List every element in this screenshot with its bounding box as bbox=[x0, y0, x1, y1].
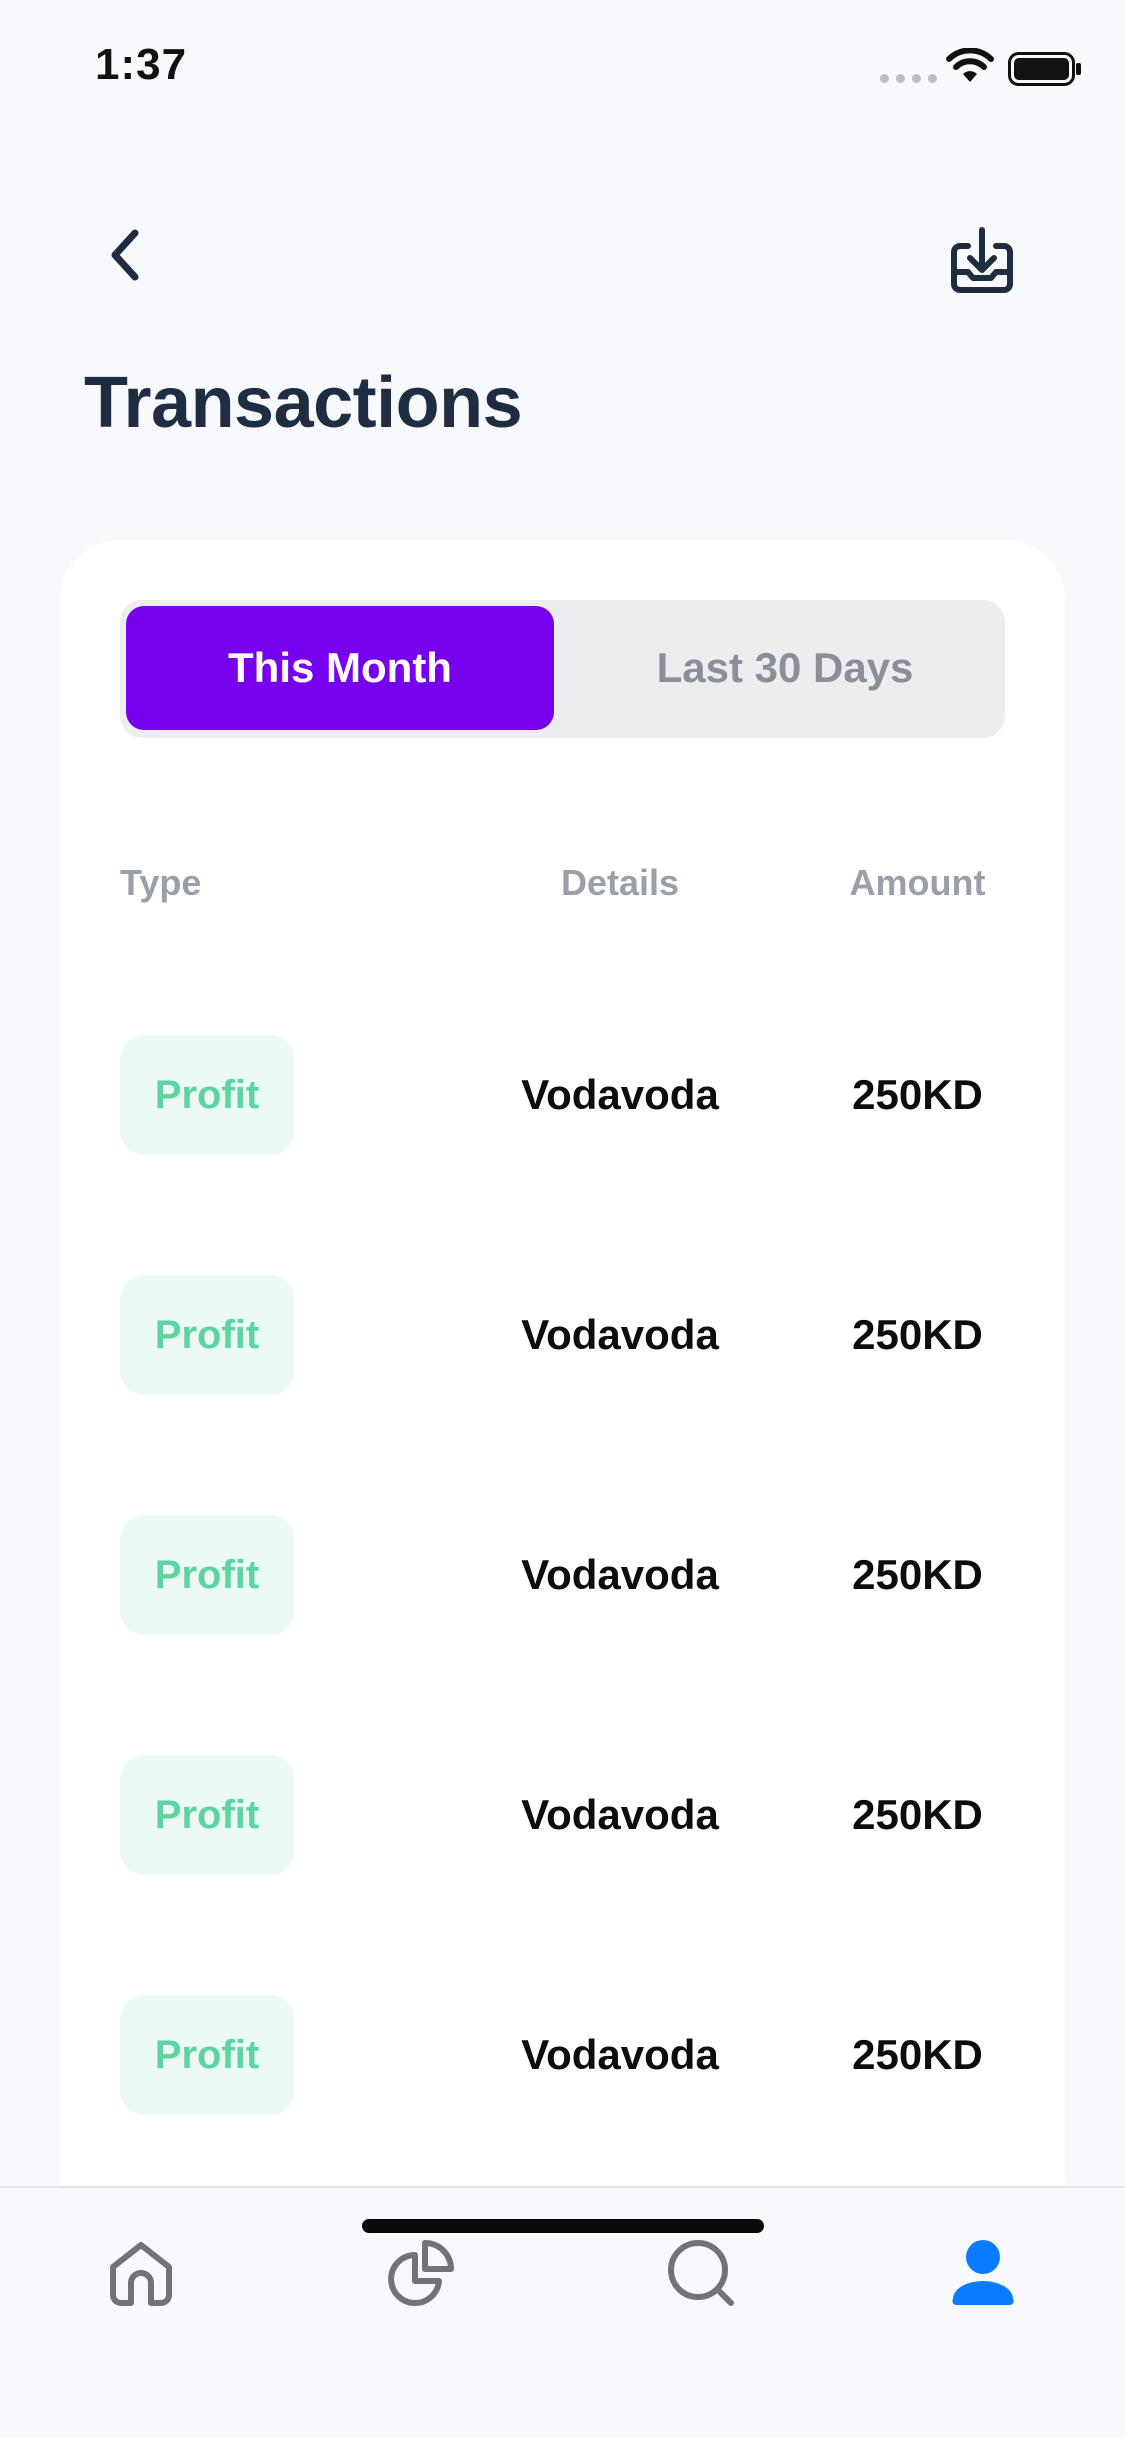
type-badge: Profit bbox=[120, 1275, 294, 1395]
tab-stats[interactable] bbox=[376, 2228, 466, 2318]
transaction-amount: 250KD bbox=[852, 1311, 983, 1358]
segment-this-month[interactable]: This Month bbox=[126, 606, 554, 730]
transaction-details: Vodavoda bbox=[521, 1551, 719, 1598]
column-header-amount: Amount bbox=[849, 862, 986, 903]
download-tray-icon bbox=[951, 227, 1013, 293]
transaction-amount: 250KD bbox=[852, 2031, 983, 2078]
transaction-row[interactable]: Profit Vodavoda 250KD bbox=[60, 1035, 1065, 1155]
transactions-card: This Month Last 30 Days Type Details Amo… bbox=[60, 540, 1065, 2240]
type-badge: Profit bbox=[120, 1515, 294, 1635]
transaction-details: Vodavoda bbox=[521, 1071, 719, 1118]
period-segmented-control: This Month Last 30 Days bbox=[120, 600, 1005, 738]
tab-search[interactable] bbox=[656, 2228, 746, 2318]
type-badge: Profit bbox=[120, 1755, 294, 1875]
status-bar: 1:37 bbox=[0, 0, 1125, 140]
transaction-details: Vodavoda bbox=[521, 1311, 719, 1358]
home-icon bbox=[110, 2242, 172, 2306]
search-icon bbox=[668, 2240, 734, 2306]
transaction-details: Vodavoda bbox=[521, 2031, 719, 2078]
tab-home[interactable] bbox=[96, 2228, 186, 2318]
back-button[interactable] bbox=[90, 220, 160, 290]
transaction-details: Vodavoda bbox=[521, 1791, 719, 1838]
transaction-amount: 250KD bbox=[852, 1071, 983, 1118]
status-time: 1:37 bbox=[95, 40, 188, 89]
transaction-amount: 250KD bbox=[852, 1791, 983, 1838]
transaction-row[interactable]: Profit Vodavoda 250KD bbox=[60, 1995, 1065, 2115]
wifi-icon bbox=[946, 48, 994, 82]
transaction-row[interactable]: Profit Vodavoda 250KD bbox=[60, 1275, 1065, 1395]
home-indicator bbox=[362, 2219, 764, 2233]
battery-icon bbox=[1008, 52, 1081, 86]
page-title: Transactions bbox=[84, 363, 523, 443]
tab-profile[interactable] bbox=[938, 2228, 1028, 2318]
pie-chart-icon bbox=[388, 2240, 454, 2306]
cellular-signal-icon bbox=[880, 74, 937, 83]
segment-last-30-days[interactable]: Last 30 Days bbox=[571, 606, 999, 730]
column-header-type: Type bbox=[120, 862, 202, 903]
type-badge: Profit bbox=[120, 1035, 294, 1155]
profile-icon bbox=[952, 2240, 1014, 2306]
type-badge: Profit bbox=[120, 1995, 294, 2115]
chevron-left-icon bbox=[111, 229, 139, 281]
column-header-details: Details bbox=[560, 862, 680, 903]
transaction-amount: 250KD bbox=[852, 1551, 983, 1598]
download-button[interactable] bbox=[940, 218, 1024, 302]
transaction-row[interactable]: Profit Vodavoda 250KD bbox=[60, 1515, 1065, 1635]
transaction-row[interactable]: Profit Vodavoda 250KD bbox=[60, 1755, 1065, 1875]
